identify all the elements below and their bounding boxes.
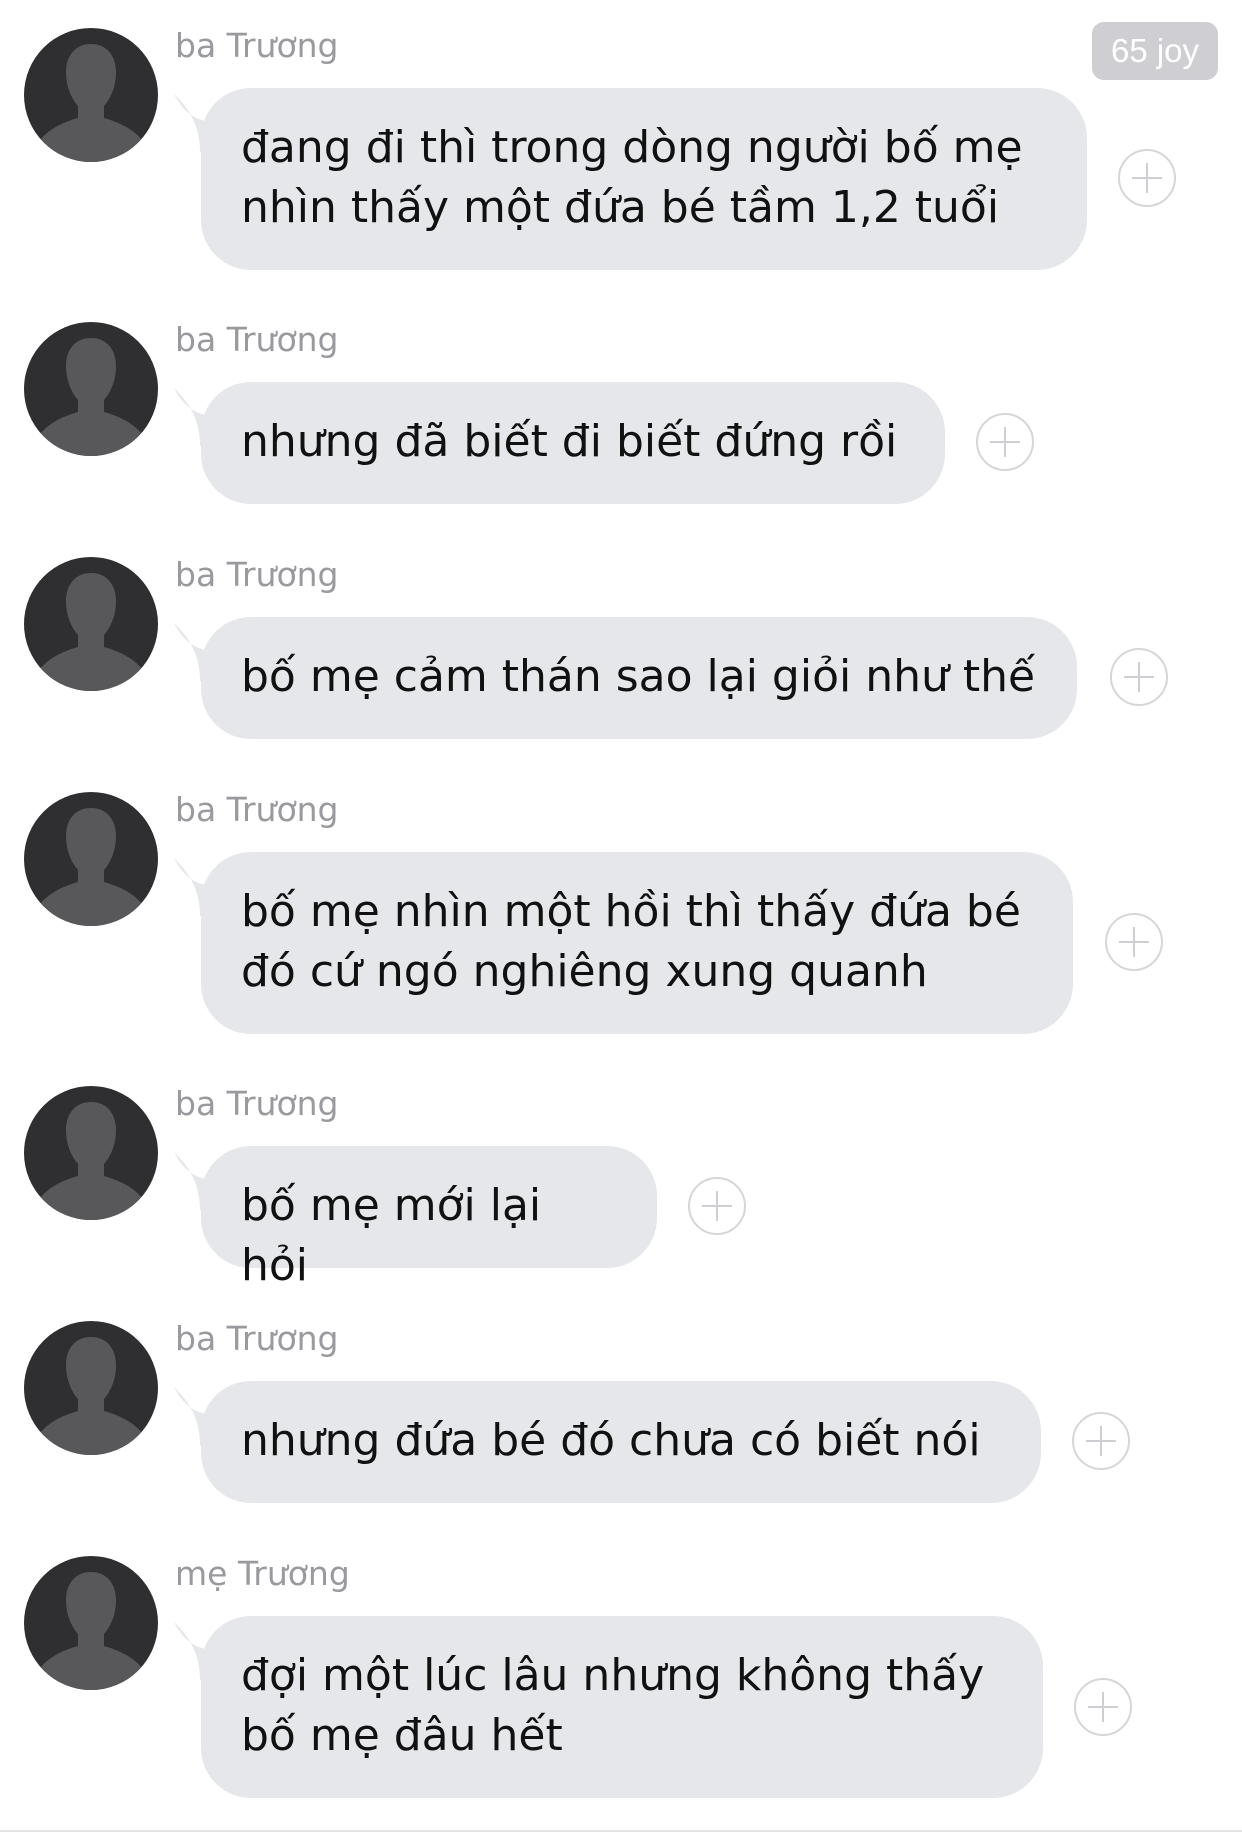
message-bubble[interactable]: đang đi thì trong dòng người bố mẹ nhìn … xyxy=(201,88,1087,270)
avatar[interactable] xyxy=(24,1086,158,1220)
add-reaction-button[interactable] xyxy=(1072,1412,1130,1470)
message-row: ba Trương bố mẹ nhìn một hồi thì thấy đứ… xyxy=(0,764,1242,1044)
avatar[interactable] xyxy=(24,28,158,162)
avatar[interactable] xyxy=(24,322,158,456)
sender-name: ba Trương xyxy=(175,790,339,829)
message-row: mẹ Trương đợi một lúc lâu nhưng không th… xyxy=(0,1528,1242,1808)
message-bubble[interactable]: bố mẹ cảm thán sao lại giỏi như thế xyxy=(201,617,1077,739)
add-reaction-button[interactable] xyxy=(688,1177,746,1235)
message-bubble[interactable]: nhưng đứa bé đó chưa có biết nói xyxy=(201,1381,1041,1503)
sender-name: ba Trương xyxy=(175,1084,339,1123)
message-row: ba Trương nhưng đã biết đi biết đứng rồi xyxy=(0,294,1242,524)
sender-name: ba Trương xyxy=(175,555,339,594)
sender-name: ba Trương xyxy=(175,26,339,65)
sender-name: mẹ Trương xyxy=(175,1554,350,1593)
person-silhouette-icon xyxy=(40,808,142,926)
add-reaction-button[interactable] xyxy=(1110,648,1168,706)
message-row: ba Trương bố mẹ mới lại hỏi xyxy=(0,1058,1242,1291)
add-reaction-button[interactable] xyxy=(1105,913,1163,971)
add-reaction-button[interactable] xyxy=(1118,149,1176,207)
sender-name: ba Trương xyxy=(175,1319,339,1358)
message-bubble[interactable]: bố mẹ nhìn một hồi thì thấy đứa bé đó cứ… xyxy=(201,852,1073,1034)
person-silhouette-icon xyxy=(40,1102,142,1220)
person-silhouette-icon xyxy=(40,1572,142,1690)
message-row: ba Trương bố mẹ cảm thán sao lại giỏi nh… xyxy=(0,529,1242,759)
sender-name: ba Trương xyxy=(175,320,339,359)
person-silhouette-icon xyxy=(40,1337,142,1455)
add-reaction-button[interactable] xyxy=(976,413,1034,471)
person-silhouette-icon xyxy=(40,338,142,456)
person-silhouette-icon xyxy=(40,573,142,691)
avatar[interactable] xyxy=(24,1556,158,1690)
message-bubble[interactable]: nhưng đã biết đi biết đứng rồi xyxy=(201,382,945,504)
avatar[interactable] xyxy=(24,1321,158,1455)
message-bubble[interactable]: đợi một lúc lâu nhưng không thấy bố mẹ đ… xyxy=(201,1616,1043,1798)
person-silhouette-icon xyxy=(40,44,142,162)
message-bubble[interactable]: bố mẹ mới lại hỏi xyxy=(201,1146,657,1291)
message-row: ba Trương nhưng đứa bé đó chưa có biết n… xyxy=(0,1293,1242,1523)
avatar[interactable] xyxy=(24,792,158,926)
avatar[interactable] xyxy=(24,557,158,691)
divider xyxy=(0,1830,1242,1832)
message-row: ba Trương đang đi thì trong dòng người b… xyxy=(0,0,1242,280)
add-reaction-button[interactable] xyxy=(1074,1678,1132,1736)
